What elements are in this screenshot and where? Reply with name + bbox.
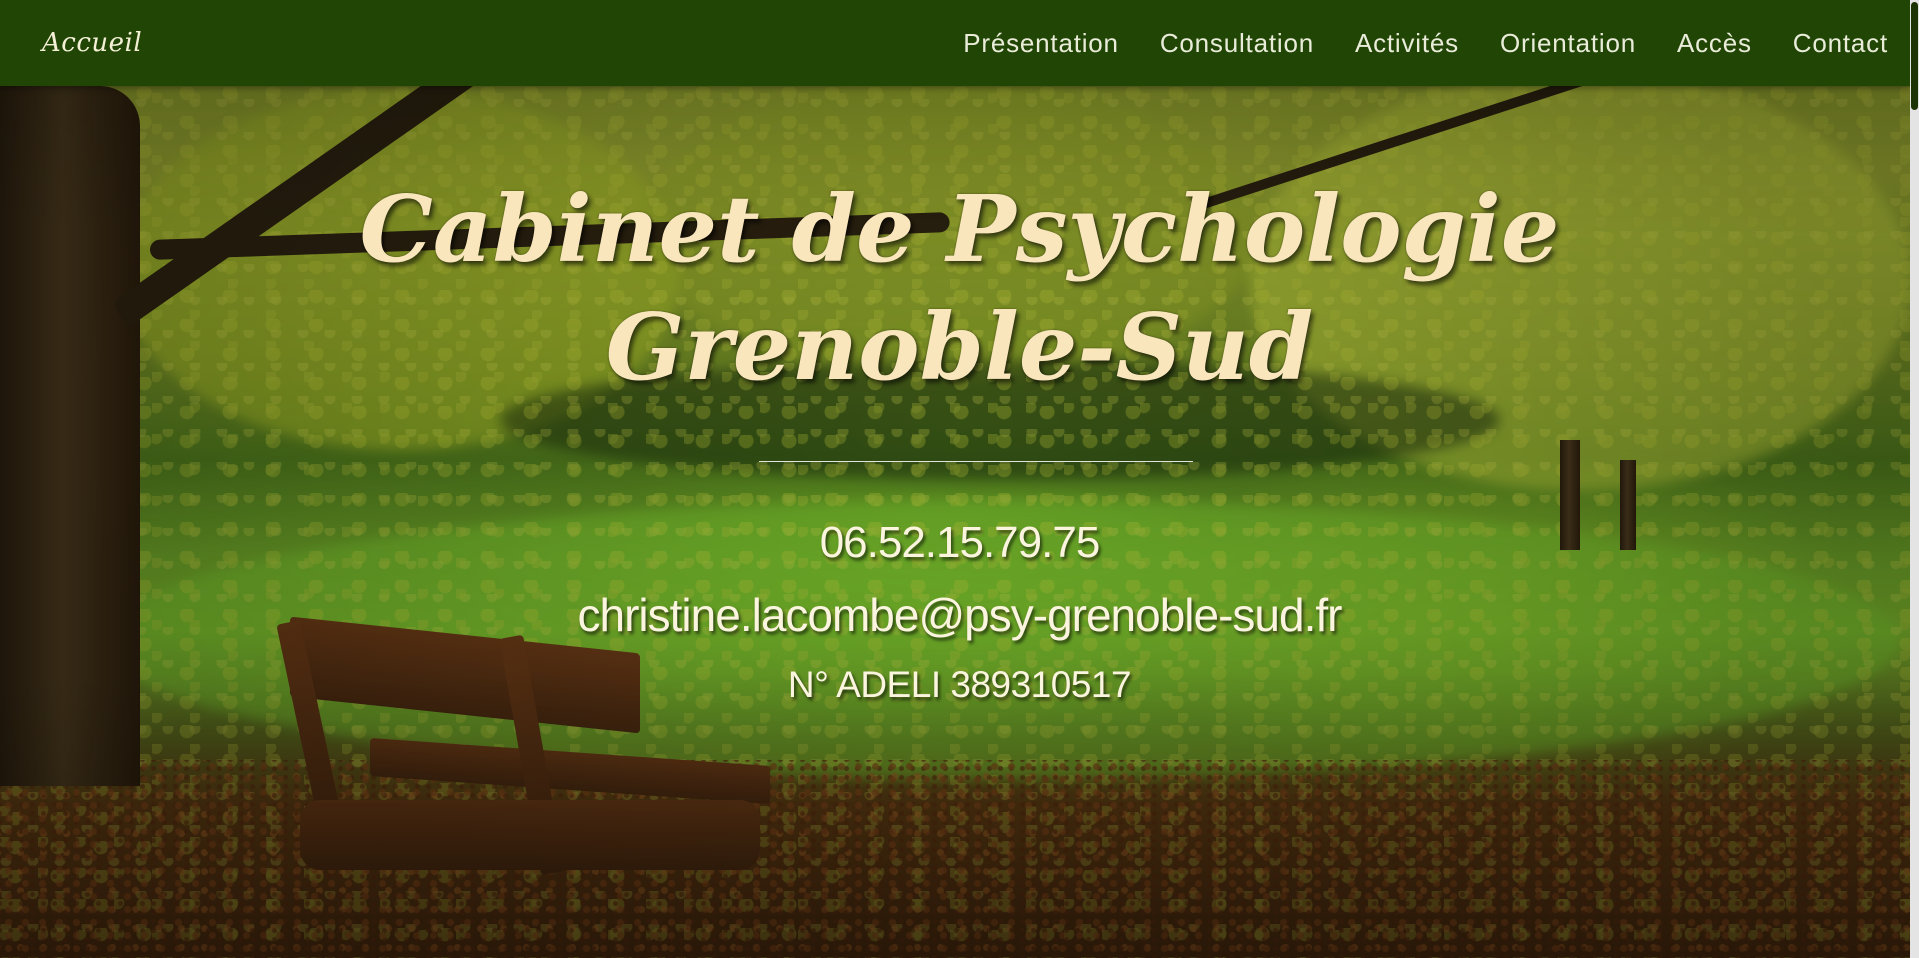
image-vignette (0, 0, 1919, 958)
nav-brand-home-link[interactable]: Accueil (42, 28, 142, 58)
email-address[interactable]: christine.lacombe@psy-grenoble-sud.fr (0, 588, 1919, 642)
nav-links: Présentation Consultation Activités Orie… (922, 28, 1888, 59)
hero-title-line2: Grenoble-Sud (605, 293, 1314, 401)
nav-link-acces[interactable]: Accès (1677, 28, 1752, 59)
hero-divider (759, 461, 1193, 462)
nav-link-consultation[interactable]: Consultation (1160, 28, 1314, 59)
hero-title: Cabinet de Psychologie Grenoble-Sud (0, 170, 1919, 406)
top-navigation: Accueil Présentation Consultation Activi… (0, 0, 1910, 86)
phone-number[interactable]: 06.52.15.79.75 (0, 518, 1919, 568)
page-scrollbar[interactable] (1910, 0, 1919, 958)
hero-title-line1: Cabinet de Psychologie (359, 175, 1560, 283)
adeli-number: N° ADELI 389310517 (787, 664, 1132, 705)
nav-link-presentation[interactable]: Présentation (963, 28, 1119, 59)
scrollbar-thumb[interactable] (1911, 2, 1918, 110)
nav-link-orientation[interactable]: Orientation (1500, 28, 1636, 59)
hero-background-image (0, 0, 1919, 958)
nav-link-activites[interactable]: Activités (1355, 28, 1459, 59)
page: Accueil Présentation Consultation Activi… (0, 0, 1919, 958)
nav-link-contact[interactable]: Contact (1793, 28, 1888, 59)
